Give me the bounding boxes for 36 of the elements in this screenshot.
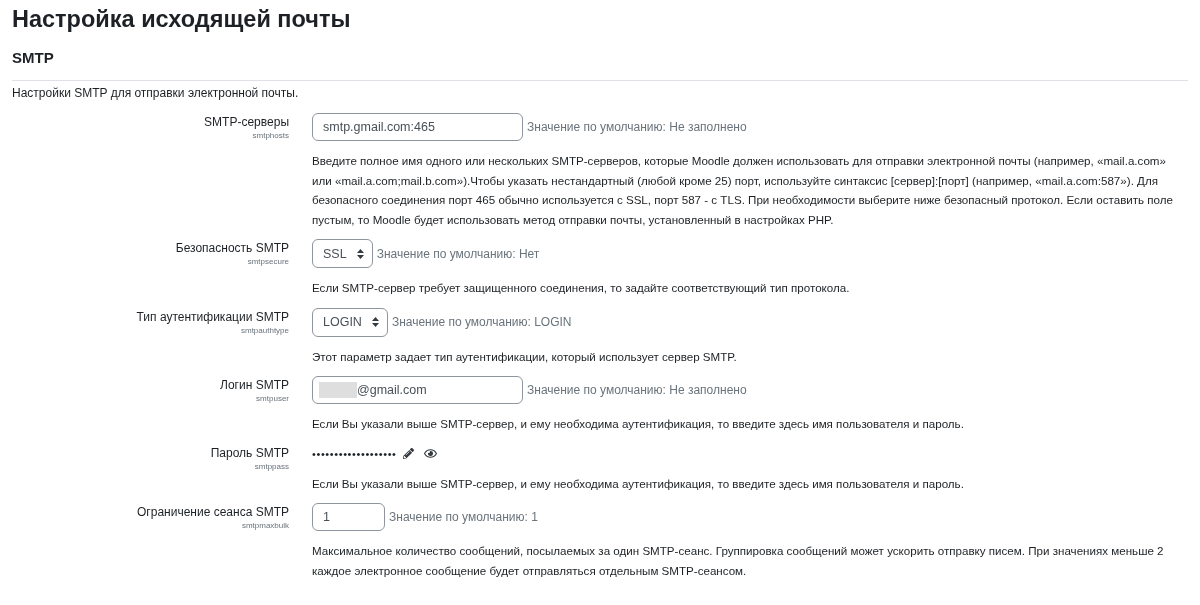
setting-description: Максимальное количество сообщений, посылаемых за один SMTP-сеанс. Группировка сообщений может ускорить отправку писем. При значениях меньше 2 каждое электронное сообщение будет отправляться отдельным SMTP-сеансом. <box>312 543 1165 579</box>
section-intro: Настройки SMTP для отправки электронной почты. <box>12 85 299 101</box>
setting-key: smtppass <box>254 460 289 472</box>
setting-key: smtpmaxbulk <box>241 520 289 531</box>
select-dropdown[interactable]: SSL <box>312 239 373 268</box>
setting-label: Тип аутентификации SMTP <box>136 308 289 325</box>
text-input[interactable]: @gmail.com <box>312 376 523 404</box>
pencil-icon[interactable] <box>402 448 414 459</box>
select-dropdown[interactable]: LOGIN <box>312 307 388 337</box>
setting-key: smtpuser <box>256 393 289 404</box>
updown-caret-icon <box>356 248 364 259</box>
updown-caret-icon <box>371 317 379 327</box>
default-value-note: Значение по умолчанию: Не заполнено <box>527 120 747 134</box>
default-value-note: Значение по умолчанию: LOGIN <box>391 315 572 329</box>
page-title: Настройка исходящей почты <box>12 5 351 34</box>
setting-description: Если Вы указали выше SMTP-сервер, и ему необходима аутентификация, то введите здесь имя пользователя и пароль. <box>312 416 965 432</box>
setting-description: Если Вы указали выше SMTP-сервер, и ему необходима аутентификация, то введите здесь имя пользователя и пароль. <box>312 475 965 492</box>
text-input[interactable]: smtp.gmail.com:465 <box>312 113 523 141</box>
setting-key: smtpauthtype <box>240 324 289 336</box>
default-value-note: Значение по умолчанию: 1 <box>389 510 538 524</box>
setting-label: Логин SMTP <box>220 377 289 393</box>
setting-description: Этот параметр задает тип аутентификации, который использует сервер SMTP. <box>312 348 738 365</box>
masked-password: ••••••••••••••••••• <box>312 446 397 462</box>
setting-key: smtpsecure <box>247 256 289 267</box>
setting-label: Ограничение сеанса SMTP <box>137 504 289 520</box>
text-input[interactable]: 1 <box>312 503 385 531</box>
setting-description: Введите полное имя одного или нескольких SMTP-серверов, которые Moodle должен использовать для отправки электронной почты (например, «mail.a.com» или «mail.a.com;mail.b.com»).Чтобы указать нестандартный (любой кроме 25) порт, используйте синтаксис [сервер]:[порт] (например, «mail.a.com:587»). Для безопасного соединения порт 465 обычно используется с SSL, порт 587 - с TLS. При необходимости выберите ниже безопасный протокол. Если оставить поле пустым, то Moodle будет использовать метод отправки почты, установленный в настройках PHP. <box>312 153 1175 228</box>
setting-description: Если SMTP-сервер требует защищенного соединения, то задайте соответствующий тип протокола. <box>312 280 851 296</box>
setting-key: smtphosts <box>252 130 289 141</box>
setting-label: Пароль SMTP <box>210 444 289 461</box>
default-value-note: Значение по умолчанию: Нет <box>376 246 540 261</box>
default-value-note: Значение по умолчанию: Не заполнено <box>527 383 747 397</box>
setting-label: SMTP-серверы <box>204 114 289 130</box>
setting-label: Безопасность SMTP <box>175 240 289 256</box>
section-heading: SMTP <box>12 48 54 68</box>
eye-icon[interactable] <box>423 447 437 460</box>
